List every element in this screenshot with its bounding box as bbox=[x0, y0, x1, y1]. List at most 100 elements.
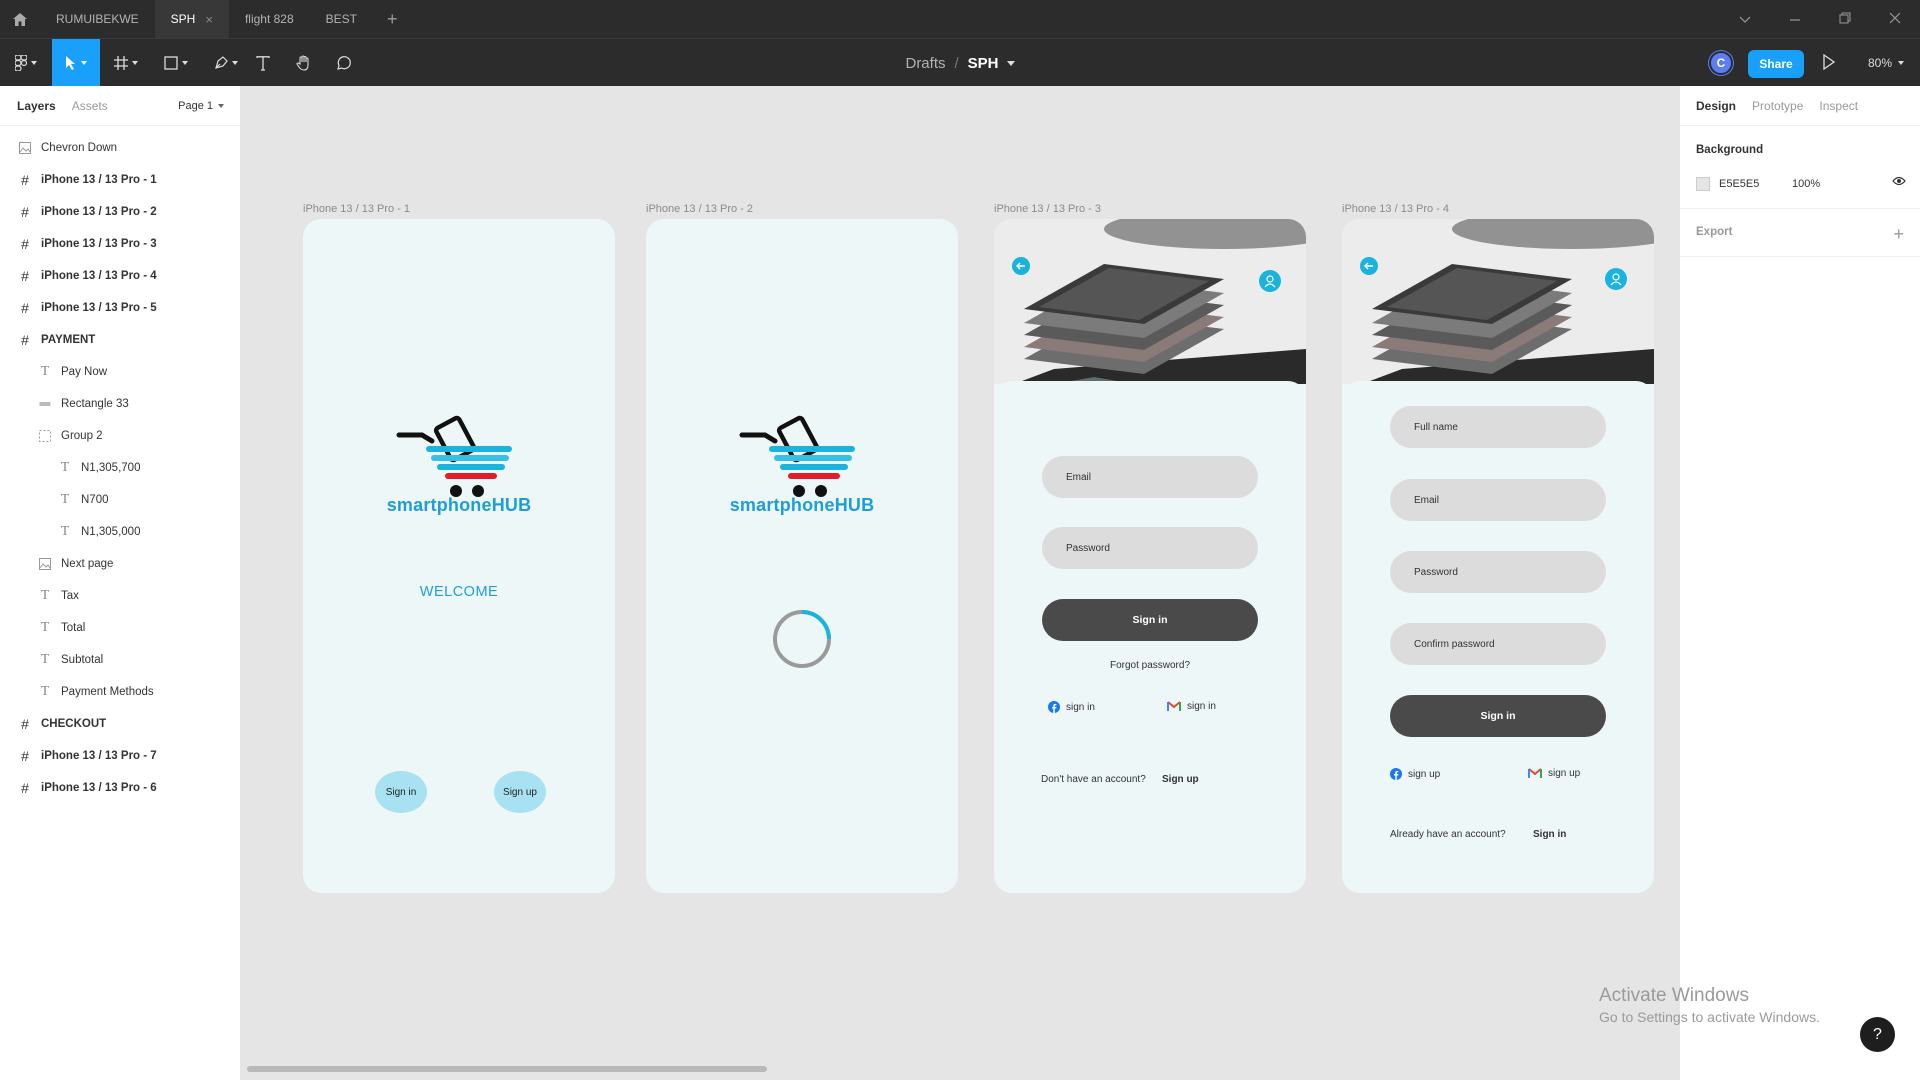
sign-up-button[interactable]: Sign up bbox=[494, 771, 546, 813]
layer-item[interactable]: # iPhone 13 / 13 Pro - 3 bbox=[0, 228, 240, 260]
layer-item[interactable]: # CHECKOUT bbox=[0, 708, 240, 740]
avatar[interactable]: C bbox=[1709, 51, 1733, 75]
gmail-sign-up[interactable]: sign up bbox=[1528, 768, 1580, 779]
layer-item[interactable]: T N1,305,700 bbox=[0, 452, 240, 484]
layer-item[interactable]: T N1,305,000 bbox=[0, 516, 240, 548]
facebook-sign-in[interactable]: sign in bbox=[1048, 701, 1095, 713]
new-tab-plus-icon[interactable]: + bbox=[373, 9, 412, 30]
horizontal-scrollbar[interactable] bbox=[247, 1066, 767, 1072]
back-arrow-icon[interactable] bbox=[1360, 257, 1378, 275]
hand-tool-button[interactable] bbox=[292, 39, 316, 87]
chevron-down-icon[interactable] bbox=[1720, 11, 1770, 27]
tab-design[interactable]: Design bbox=[1696, 99, 1736, 113]
frame-label[interactable]: iPhone 13 / 13 Pro - 2 bbox=[646, 203, 753, 215]
layer-item[interactable]: # PAYMENT bbox=[0, 324, 240, 356]
layer-item[interactable]: # iPhone 13 / 13 Pro - 2 bbox=[0, 196, 240, 228]
chevron-down-icon[interactable] bbox=[1006, 60, 1015, 66]
share-button[interactable]: Share bbox=[1748, 50, 1804, 78]
background-hex[interactable]: E5E5E5 bbox=[1719, 178, 1792, 190]
frame-iphone-3[interactable]: Email Password Sign in Forgot password? … bbox=[994, 219, 1306, 893]
frame-iphone-2[interactable]: smartphoneHUB bbox=[646, 219, 958, 893]
sign-in-button[interactable]: Sign in bbox=[1042, 599, 1258, 641]
canvas[interactable]: iPhone 13 / 13 Pro - 1 smartphoneHUB WEL… bbox=[241, 86, 1679, 1080]
layer-item[interactable]: Next page bbox=[0, 548, 240, 580]
user-profile-icon[interactable] bbox=[1605, 268, 1627, 290]
tab-assets[interactable]: Assets bbox=[72, 99, 108, 113]
layer-item[interactable]: # iPhone 13 / 13 Pro - 5 bbox=[0, 292, 240, 324]
page-name: Page 1 bbox=[178, 100, 213, 112]
layer-item[interactable]: T N700 bbox=[0, 484, 240, 516]
tab-layers[interactable]: Layers bbox=[17, 99, 56, 113]
facebook-icon bbox=[1048, 701, 1060, 713]
frame-tool-button[interactable] bbox=[108, 39, 144, 87]
tab-inspect[interactable]: Inspect bbox=[1819, 99, 1858, 113]
tab-flight-828[interactable]: flight 828 bbox=[229, 0, 310, 38]
frame-icon: # bbox=[21, 172, 29, 188]
forgot-password-link[interactable]: Forgot password? bbox=[994, 660, 1306, 671]
layer-item[interactable]: # iPhone 13 / 13 Pro - 1 bbox=[0, 164, 240, 196]
move-tool-button[interactable] bbox=[52, 39, 100, 87]
sign-in-button[interactable]: Sign in bbox=[375, 771, 427, 813]
zoom-dropdown[interactable]: 80% bbox=[1868, 39, 1905, 87]
watermark-subtitle: Go to Settings to activate Windows. bbox=[1599, 1009, 1820, 1025]
email-field[interactable]: Email bbox=[1390, 479, 1606, 521]
background-opacity[interactable]: 100% bbox=[1792, 178, 1820, 190]
restore-icon[interactable] bbox=[1820, 11, 1870, 27]
minimize-icon[interactable] bbox=[1770, 11, 1820, 27]
home-button[interactable] bbox=[0, 0, 40, 38]
background-color-swatch[interactable] bbox=[1696, 177, 1710, 191]
email-field[interactable]: Email bbox=[1042, 456, 1258, 498]
facebook-sign-up[interactable]: sign up bbox=[1390, 768, 1440, 780]
main-menu-button[interactable] bbox=[10, 39, 42, 87]
text-tool-button[interactable] bbox=[252, 39, 274, 87]
layer-item[interactable]: # iPhone 13 / 13 Pro - 7 bbox=[0, 740, 240, 772]
background-fill-row[interactable]: E5E5E5 100% bbox=[1696, 174, 1906, 194]
password-field[interactable]: Password bbox=[1390, 551, 1606, 593]
image-icon bbox=[17, 140, 33, 156]
frame-label[interactable]: iPhone 13 / 13 Pro - 3 bbox=[994, 203, 1101, 215]
layer-item[interactable]: Rectangle 33 bbox=[0, 388, 240, 420]
layer-item[interactable]: T Pay Now bbox=[0, 356, 240, 388]
file-name[interactable]: SPH bbox=[968, 55, 999, 72]
close-tab-icon[interactable]: × bbox=[205, 12, 213, 27]
layer-item[interactable]: Group 2 bbox=[0, 420, 240, 452]
layer-item[interactable]: # iPhone 13 / 13 Pro - 4 bbox=[0, 260, 240, 292]
layer-item[interactable]: Chevron Down bbox=[0, 132, 240, 164]
layer-item[interactable]: T Payment Methods bbox=[0, 676, 240, 708]
full-name-field[interactable]: Full name bbox=[1390, 406, 1606, 448]
facebook-label: sign in bbox=[1066, 701, 1095, 713]
frame-iphone-4[interactable]: Full name Email Password Confirm passwor… bbox=[1342, 219, 1654, 893]
text-icon: T bbox=[40, 364, 50, 379]
close-icon[interactable] bbox=[1870, 11, 1920, 27]
frame-label[interactable]: iPhone 13 / 13 Pro - 1 bbox=[303, 203, 410, 215]
present-play-icon[interactable] bbox=[1822, 53, 1836, 75]
breadcrumb-drafts[interactable]: Drafts bbox=[905, 55, 945, 72]
sign-in-button[interactable]: Sign in bbox=[1390, 695, 1606, 737]
sign-up-link[interactable]: Sign up bbox=[1162, 774, 1199, 785]
back-arrow-icon[interactable] bbox=[1012, 257, 1030, 275]
layer-item[interactable]: T Tax bbox=[0, 580, 240, 612]
pen-tool-button[interactable] bbox=[208, 39, 244, 87]
gmail-label: sign up bbox=[1548, 768, 1581, 779]
user-profile-icon[interactable] bbox=[1259, 270, 1281, 292]
password-field[interactable]: Password bbox=[1042, 527, 1258, 569]
help-button[interactable]: ? bbox=[1860, 1017, 1895, 1052]
tab-sph[interactable]: SPH × bbox=[154, 0, 229, 38]
layer-item[interactable]: T Total bbox=[0, 612, 240, 644]
confirm-password-field[interactable]: Confirm password bbox=[1390, 623, 1606, 665]
eye-icon[interactable] bbox=[1892, 176, 1906, 189]
gmail-sign-in[interactable]: sign in bbox=[1167, 701, 1216, 712]
tab-prototype[interactable]: Prototype bbox=[1752, 99, 1803, 113]
shape-tool-button[interactable] bbox=[158, 39, 194, 87]
frame-iphone-1[interactable]: smartphoneHUB WELCOME Sign in Sign up bbox=[303, 219, 615, 893]
layer-label: iPhone 13 / 13 Pro - 2 bbox=[41, 206, 157, 218]
layer-item[interactable]: # iPhone 13 / 13 Pro - 6 bbox=[0, 772, 240, 804]
frame-label[interactable]: iPhone 13 / 13 Pro - 4 bbox=[1342, 203, 1449, 215]
layer-item[interactable]: T Subtotal bbox=[0, 644, 240, 676]
tab-best[interactable]: BEST bbox=[310, 0, 373, 38]
comment-tool-button[interactable] bbox=[332, 39, 356, 87]
add-export-plus-icon[interactable]: + bbox=[1893, 224, 1904, 245]
page-selector[interactable]: Page 1 bbox=[178, 86, 224, 126]
sign-in-link[interactable]: Sign in bbox=[1533, 829, 1566, 840]
tab-rumuibekwe[interactable]: RUMUIBEKWE bbox=[40, 0, 155, 38]
